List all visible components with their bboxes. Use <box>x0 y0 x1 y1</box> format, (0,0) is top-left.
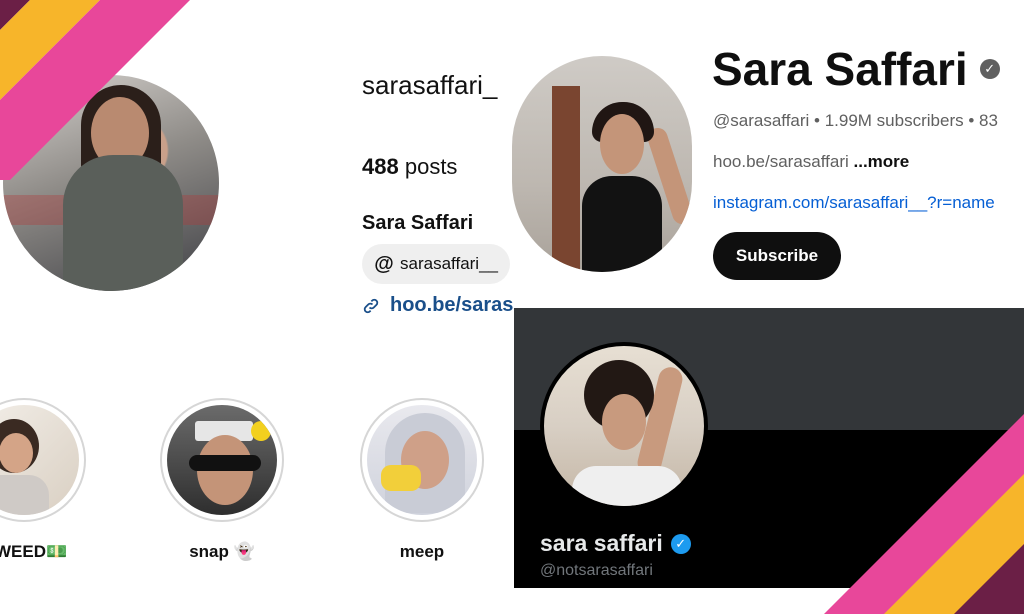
link-icon <box>363 298 379 313</box>
decorative-stripes-top-left <box>0 0 190 180</box>
instagram-bio-link[interactable]: hoo.be/saras <box>362 294 513 317</box>
youtube-channel-name: Sara Saffari <box>712 43 968 95</box>
verified-check-icon: ✓ <box>979 59 1000 79</box>
youtube-external-link[interactable]: instagram.com/sarasaffari__?r=name <box>713 193 995 213</box>
posts-label: posts <box>404 154 458 179</box>
threads-icon: @ <box>374 252 394 275</box>
youtube-description[interactable]: hoo.be/sarasaffari ...more <box>713 152 909 172</box>
more-link[interactable]: ...more <box>854 152 910 171</box>
threads-badge[interactable]: @ sarasaffari__ <box>362 244 510 284</box>
instagram-display-name: Sara Saffari <box>362 212 474 234</box>
verified-badge-icon: ✓ <box>670 533 691 554</box>
story-highlight-3[interactable]: meep <box>360 398 484 561</box>
highlight-label: meep <box>399 542 445 561</box>
x-profile-avatar[interactable] <box>540 342 708 510</box>
youtube-channel-avatar[interactable] <box>512 56 692 272</box>
posts-number: 488 <box>362 154 399 179</box>
x-display-name-row: sara saffari ✓ <box>540 530 691 557</box>
youtube-description-text: hoo.be/sarasaffari <box>713 152 849 171</box>
instagram-posts-count: 488 posts <box>362 154 457 180</box>
instagram-username: sarasaffari_ <box>362 70 498 100</box>
youtube-channel-name-row: Sara Saffari ✓ <box>712 42 1000 96</box>
highlight-label: MWEED💵 <box>0 542 68 561</box>
highlight-label: snap 👻 <box>189 542 255 561</box>
x-display-name: sara saffari <box>540 530 663 556</box>
story-highlight-1[interactable]: MWEED💵 <box>0 398 86 561</box>
bio-link-text: hoo.be/saras <box>390 294 514 316</box>
x-handle: @notsarasaffari <box>540 562 653 579</box>
decorative-stripes-bottom-right <box>824 414 1024 614</box>
story-highlight-2[interactable]: snap 👻 <box>160 398 284 561</box>
threads-handle: sarasaffari__ <box>400 254 498 273</box>
youtube-channel-meta: @sarasaffari • 1.99M subscribers • 83 <box>713 111 998 130</box>
subscribe-button[interactable]: Subscribe <box>713 232 841 280</box>
